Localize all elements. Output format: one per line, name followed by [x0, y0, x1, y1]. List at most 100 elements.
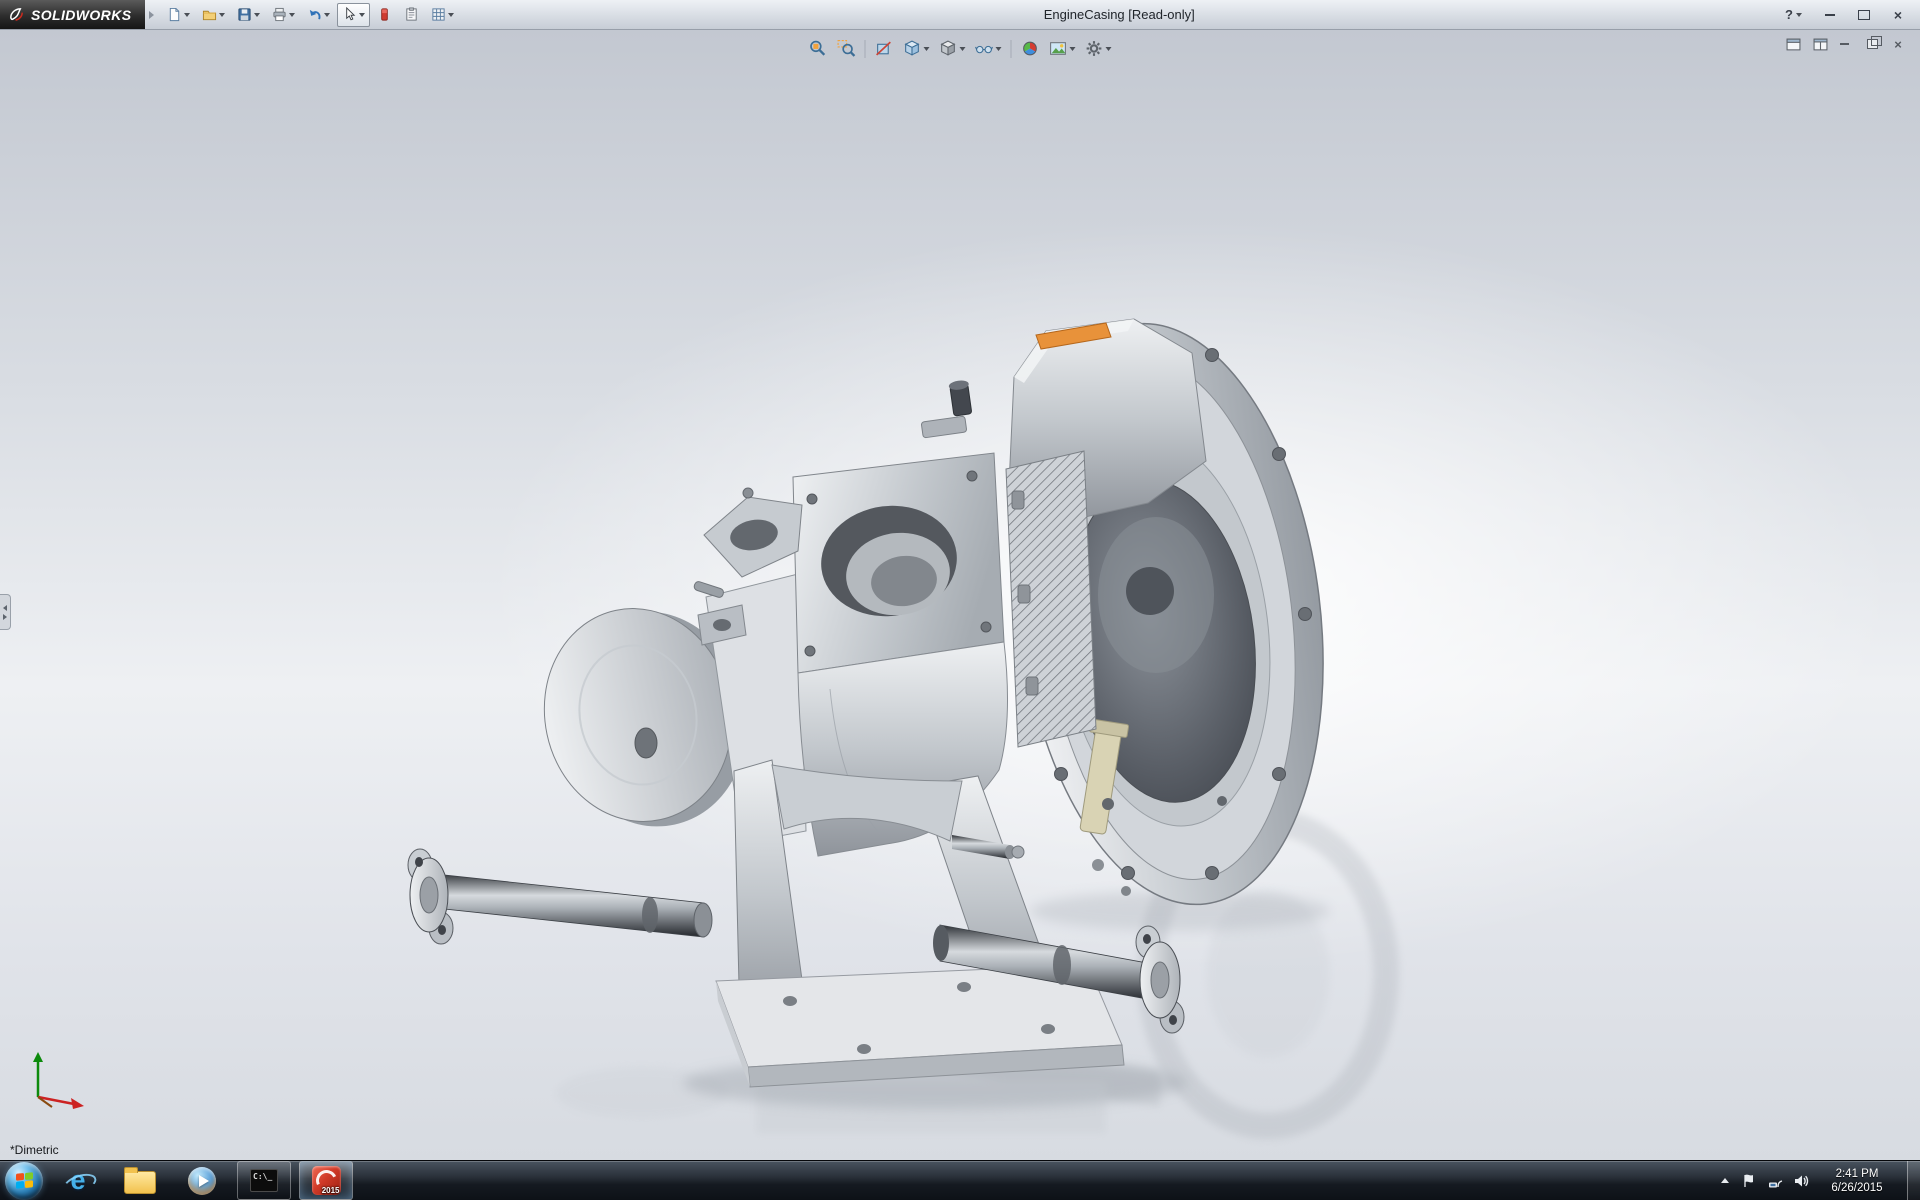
dropdown-caret-icon: [184, 13, 190, 17]
split-window-button[interactable]: [1807, 36, 1827, 52]
action-center-icon[interactable]: [1740, 1172, 1757, 1189]
close-document-button[interactable]: ×: [1888, 36, 1908, 52]
open-document-button[interactable]: [197, 3, 230, 27]
taskbar-item-solidworks[interactable]: 2015: [299, 1161, 353, 1200]
solidworks-logo[interactable]: SOLIDWORKS: [0, 0, 145, 29]
display-style-button[interactable]: [936, 37, 969, 60]
support-stand: [716, 760, 1124, 1087]
clock[interactable]: 2:41 PM 6/26/2015: [1822, 1167, 1892, 1195]
dropdown-caret-icon: [996, 47, 1002, 51]
graphics-viewport[interactable]: × *Dimetric: [0, 29, 1920, 1161]
hide-show-items-button[interactable]: [972, 37, 1005, 60]
new-window-button[interactable]: [1780, 36, 1800, 52]
taskbar-item-command-prompt[interactable]: C:\_: [237, 1161, 291, 1200]
solidworks-version-badge: 2015: [322, 1186, 340, 1195]
view-settings-gear-icon: [1085, 39, 1104, 58]
toolbar-separator: [865, 40, 866, 58]
open-folder-icon: [202, 7, 217, 22]
undo-button[interactable]: [302, 3, 335, 27]
minimize-document-button[interactable]: [1834, 36, 1854, 52]
dropdown-caret-icon: [254, 13, 260, 17]
clock-time: 2:41 PM: [1822, 1167, 1892, 1181]
view-orientation-button[interactable]: [900, 37, 933, 60]
save-button[interactable]: [232, 3, 265, 27]
play-icon: [199, 1175, 209, 1187]
section-view-button[interactable]: [872, 37, 897, 60]
window-title: EngineCasing [Read-only]: [459, 7, 1779, 22]
taskbar-item-media-player[interactable]: [175, 1161, 229, 1200]
ds-logo-icon: [8, 6, 25, 23]
appearance-icon: [377, 7, 392, 22]
appearance-ball-icon: [1021, 39, 1040, 58]
chevron-left-icon: [3, 605, 7, 611]
select-button[interactable]: [337, 3, 370, 27]
taskbar: e C:\_ 2015: [0, 1160, 1920, 1200]
windows-logo-icon: [16, 1172, 33, 1188]
close-icon: ×: [1894, 8, 1902, 22]
dropdown-caret-icon: [359, 13, 365, 17]
media-player-icon: [188, 1167, 216, 1195]
section-view-icon: [875, 39, 894, 58]
print-icon: [272, 7, 287, 22]
dropdown-caret-icon: [924, 47, 930, 51]
dropdown-caret-icon: [324, 13, 330, 17]
new-document-button[interactable]: [162, 3, 195, 27]
ie-orbit-ring: [61, 1170, 99, 1197]
restore-icon: [1867, 39, 1878, 49]
start-button[interactable]: [5, 1162, 43, 1200]
help-glyph: ?: [1785, 7, 1793, 22]
edit-appearance-button[interactable]: [1018, 37, 1043, 60]
maximize-button[interactable]: [1852, 6, 1876, 24]
help-button[interactable]: ?: [1779, 6, 1808, 23]
new-document-icon: [167, 7, 182, 22]
clipboard-icon: [404, 7, 419, 22]
toolbar-separator: [1011, 40, 1012, 58]
view-orientation-label: *Dimetric: [10, 1143, 59, 1157]
print-button[interactable]: [267, 3, 300, 27]
window-controls: ? ×: [1779, 6, 1920, 24]
hidden-icons-button[interactable]: [1715, 1177, 1731, 1184]
minimize-icon: [1825, 14, 1835, 16]
system-tray: 2:41 PM 6/26/2015: [1715, 1161, 1920, 1200]
options-button[interactable]: [426, 3, 459, 27]
zoom-to-area-button[interactable]: [834, 37, 859, 60]
network-icon[interactable]: [1766, 1172, 1783, 1189]
maximize-icon: [1858, 10, 1870, 20]
undo-icon: [307, 7, 322, 22]
save-icon: [237, 7, 252, 22]
heads-up-toolbar: [806, 37, 1115, 60]
glasses-icon: [975, 39, 994, 58]
zoom-to-fit-button[interactable]: [806, 37, 831, 60]
orientation-triad[interactable]: [22, 1047, 94, 1113]
edit-appearance-qat-button[interactable]: [372, 3, 397, 27]
taskbar-item-internet-explorer[interactable]: e: [51, 1161, 105, 1200]
window-icon: [1786, 38, 1801, 51]
options-grid-icon: [431, 7, 446, 22]
file-properties-button[interactable]: [399, 3, 424, 27]
volume-icon[interactable]: [1792, 1172, 1809, 1189]
engine-casing-model[interactable]: [0, 29, 1920, 1161]
close-icon: ×: [1894, 38, 1902, 51]
command-prompt-icon: C:\_: [250, 1169, 278, 1192]
chevron-up-icon: [1721, 1178, 1729, 1183]
display-style-cube-icon: [939, 39, 958, 58]
dropdown-caret-icon: [289, 13, 295, 17]
close-button[interactable]: ×: [1886, 6, 1910, 24]
view-settings-button[interactable]: [1082, 37, 1115, 60]
dropdown-caret-icon: [960, 47, 966, 51]
folder-icon: [124, 1171, 156, 1194]
zoom-area-icon: [837, 39, 856, 58]
split-window-icon: [1813, 38, 1828, 51]
quick-access-toolbar: [154, 3, 459, 27]
show-desktop-button[interactable]: [1907, 1161, 1920, 1200]
minimize-button[interactable]: [1818, 6, 1842, 24]
dropdown-caret-icon: [448, 13, 454, 17]
restore-document-button[interactable]: [1861, 36, 1881, 52]
apply-scene-button[interactable]: [1046, 37, 1079, 60]
panel-handle[interactable]: [0, 594, 11, 630]
internet-explorer-icon: e: [62, 1166, 94, 1196]
taskbar-item-windows-explorer[interactable]: [113, 1161, 167, 1200]
dropdown-caret-icon: [1796, 13, 1802, 17]
clock-date: 6/26/2015: [1822, 1181, 1892, 1195]
brand-text: SOLIDWORKS: [31, 7, 131, 23]
